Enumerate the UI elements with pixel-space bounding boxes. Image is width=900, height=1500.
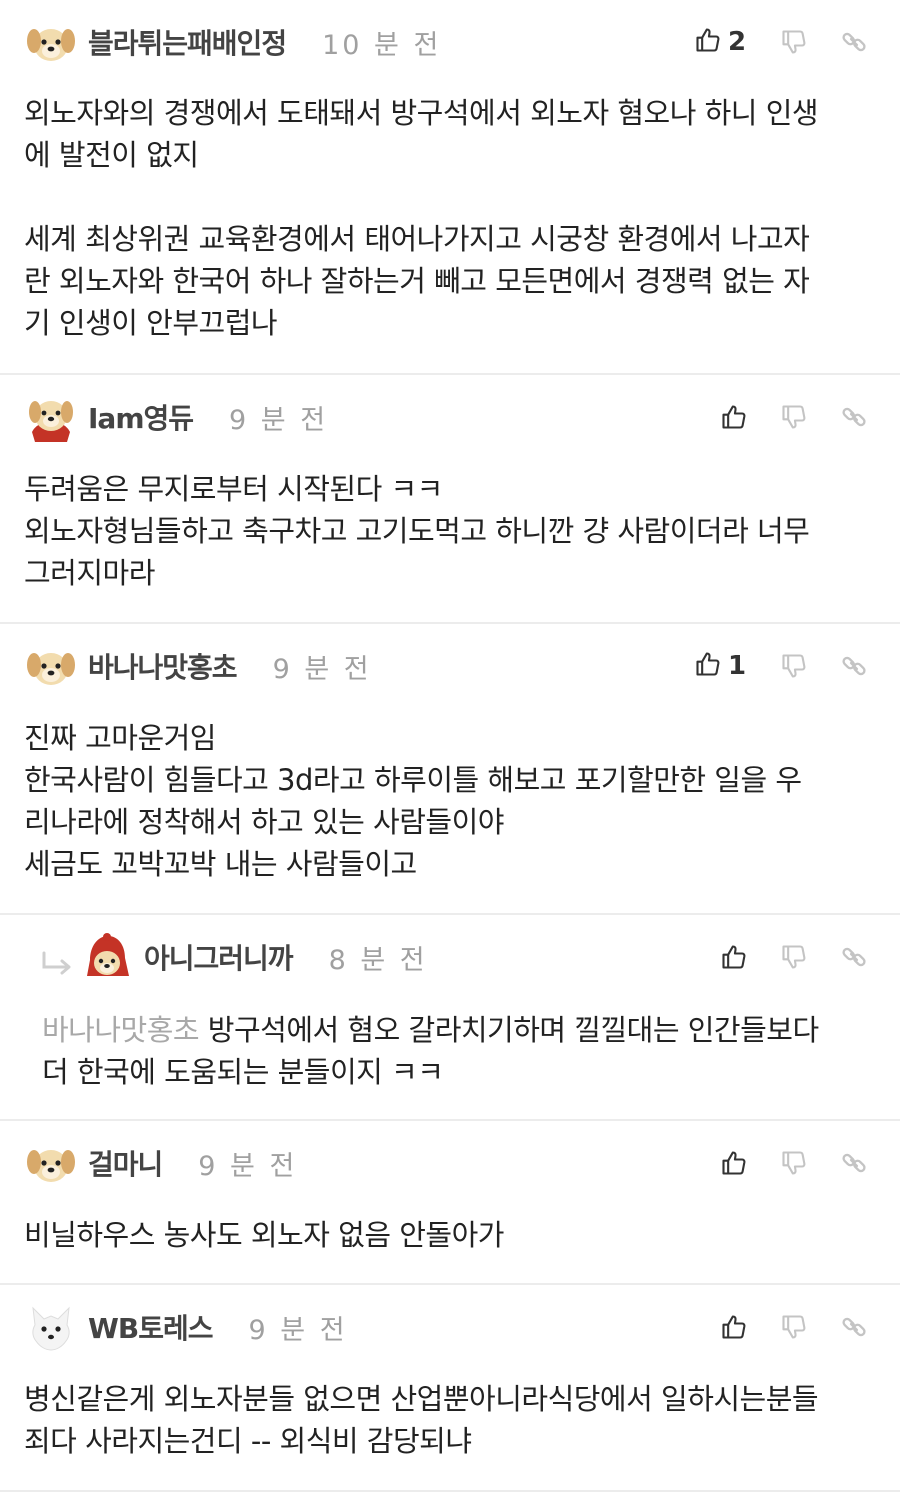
- avatar[interactable]: [24, 390, 78, 444]
- thumbs-down-icon: [780, 652, 808, 680]
- timestamp: 9 분 전: [248, 1314, 348, 1346]
- dislike-button[interactable]: [774, 397, 814, 437]
- comment-actions: 2: [694, 12, 874, 72]
- like-button[interactable]: [714, 1307, 754, 1347]
- comment-actions: [714, 387, 874, 447]
- comment-header: 걸마니 9 분 전: [24, 1133, 297, 1193]
- avatar[interactable]: [24, 1300, 78, 1354]
- comment-header: 바나나맛홍초 9 분 전: [24, 636, 372, 696]
- comment-text: 병신같은게 외노자분들 없으면 산업뿐아니라식당에서 일하시는분들 죄다 사라지…: [24, 1382, 819, 1458]
- thumbs-down-icon: [780, 1313, 808, 1341]
- dislike-button[interactable]: [774, 1307, 814, 1347]
- avatar[interactable]: [24, 15, 78, 69]
- nickname[interactable]: 아니그러니까: [144, 937, 294, 977]
- comment-text: 두려움은 무지로부터 시작된다 ㅋㅋ 외노자형님들하고 축구차고 고기도먹고 하…: [24, 472, 810, 590]
- dislike-button[interactable]: [774, 937, 814, 977]
- comment-text: 외노자와의 경쟁에서 도태돼서 방구석에서 외노자 혐오나 하니 인생 에 발전…: [24, 96, 819, 340]
- link-icon: [840, 403, 868, 431]
- thumbs-down-icon: [780, 403, 808, 431]
- mention-link[interactable]: 바나나맛홍초: [42, 1013, 200, 1047]
- thumbs-down-icon: [780, 1149, 808, 1177]
- thumbs-up-icon: [694, 650, 722, 682]
- dislike-button[interactable]: [774, 22, 814, 62]
- link-icon: [840, 1149, 868, 1177]
- comment-item: 바나나맛홍초 9 분 전 1 진짜 고마운거임 한국사람이 힘들다고 3d라고 …: [0, 624, 900, 915]
- timestamp: 8 분 전: [328, 944, 428, 976]
- share-link-button[interactable]: [834, 646, 874, 686]
- comment-actions: [714, 1133, 874, 1193]
- share-link-button[interactable]: [834, 1307, 874, 1347]
- reply-item: 아니그러니까 8 분 전 바나나맛홍초 방구석에서 혐오 갈라치기하며 낄낄대는…: [0, 915, 900, 1121]
- comment-actions: [714, 927, 874, 987]
- nickname[interactable]: 블라튀는패배인정: [88, 22, 287, 62]
- like-button[interactable]: [714, 937, 754, 977]
- comment-item: 블라튀는패배인정 10 분 전 2 외노자와의 경쟁에서 도태돼서 방구석에서 …: [0, 0, 900, 375]
- like-button[interactable]: [714, 1143, 754, 1183]
- comment-actions: [714, 1297, 874, 1357]
- link-icon: [840, 28, 868, 56]
- comment-text: 바나나맛홍초 방구석에서 혐오 갈라치기하며 낄낄대는 인간들보다 더 한국에 …: [42, 1013, 819, 1089]
- thumbs-up-icon: [720, 1149, 748, 1177]
- comment-header: 블라튀는패배인정 10 분 전: [24, 12, 441, 72]
- comment-actions: 1: [694, 636, 874, 696]
- nickname[interactable]: Iam영듀: [88, 397, 194, 437]
- nickname[interactable]: 걸마니: [88, 1143, 163, 1183]
- share-link-button[interactable]: [834, 937, 874, 977]
- comment-header: Iam영듀 9 분 전: [24, 387, 328, 447]
- comment-item: Iam영듀 9 분 전 두려움은 무지로부터 시작된다 ㅋㅋ 외노자형님들하고 …: [0, 375, 900, 624]
- thumbs-up-icon: [694, 26, 722, 58]
- like-button[interactable]: [714, 397, 754, 437]
- thumbs-up-icon: [720, 943, 748, 971]
- link-icon: [840, 652, 868, 680]
- comment-item: 걸마니 9 분 전 비닐하우스 농사도 외노자 없음 안돌아가: [0, 1121, 900, 1285]
- thumbs-down-icon: [780, 943, 808, 971]
- comment-header: WB토레스 9 분 전: [24, 1297, 348, 1357]
- thumbs-up-icon: [720, 1313, 748, 1341]
- avatar[interactable]: [24, 1136, 78, 1190]
- share-link-button[interactable]: [834, 1143, 874, 1183]
- comment-text: 진짜 고마운거임 한국사람이 힘들다고 3d라고 하루이틀 해보고 포기할만한 …: [24, 721, 802, 881]
- reply-arrow-icon: [40, 951, 74, 985]
- thumbs-down-icon: [780, 28, 808, 56]
- timestamp: 10 분 전: [322, 29, 442, 61]
- timestamp: 9 분 전: [229, 404, 329, 436]
- dislike-button[interactable]: [774, 646, 814, 686]
- nickname[interactable]: WB토레스: [88, 1307, 214, 1347]
- like-count: 2: [728, 27, 747, 57]
- comment-item: WB토레스 9 분 전 병신같은게 외노자분들 없으면 산업뿐아니라식당에서 일…: [0, 1285, 900, 1492]
- like-button[interactable]: 2: [694, 26, 754, 58]
- nickname[interactable]: 바나나맛홍초: [88, 646, 238, 686]
- share-link-button[interactable]: [834, 22, 874, 62]
- comment-text: 비닐하우스 농사도 외노자 없음 안돌아가: [24, 1218, 504, 1252]
- timestamp: 9 분 전: [198, 1150, 298, 1182]
- avatar[interactable]: [80, 930, 134, 984]
- link-icon: [840, 1313, 868, 1341]
- comment-line: 방구석에서 혐오 갈라치기하며 낄낄대는 인간들보다: [199, 1013, 819, 1047]
- share-link-button[interactable]: [834, 397, 874, 437]
- link-icon: [840, 943, 868, 971]
- dislike-button[interactable]: [774, 1143, 814, 1183]
- avatar[interactable]: [24, 639, 78, 693]
- like-count: 1: [728, 651, 747, 681]
- thumbs-up-icon: [720, 403, 748, 431]
- comment-header: 아니그러니까 8 분 전: [80, 927, 428, 987]
- timestamp: 9 분 전: [272, 653, 372, 685]
- like-button[interactable]: 1: [694, 650, 754, 682]
